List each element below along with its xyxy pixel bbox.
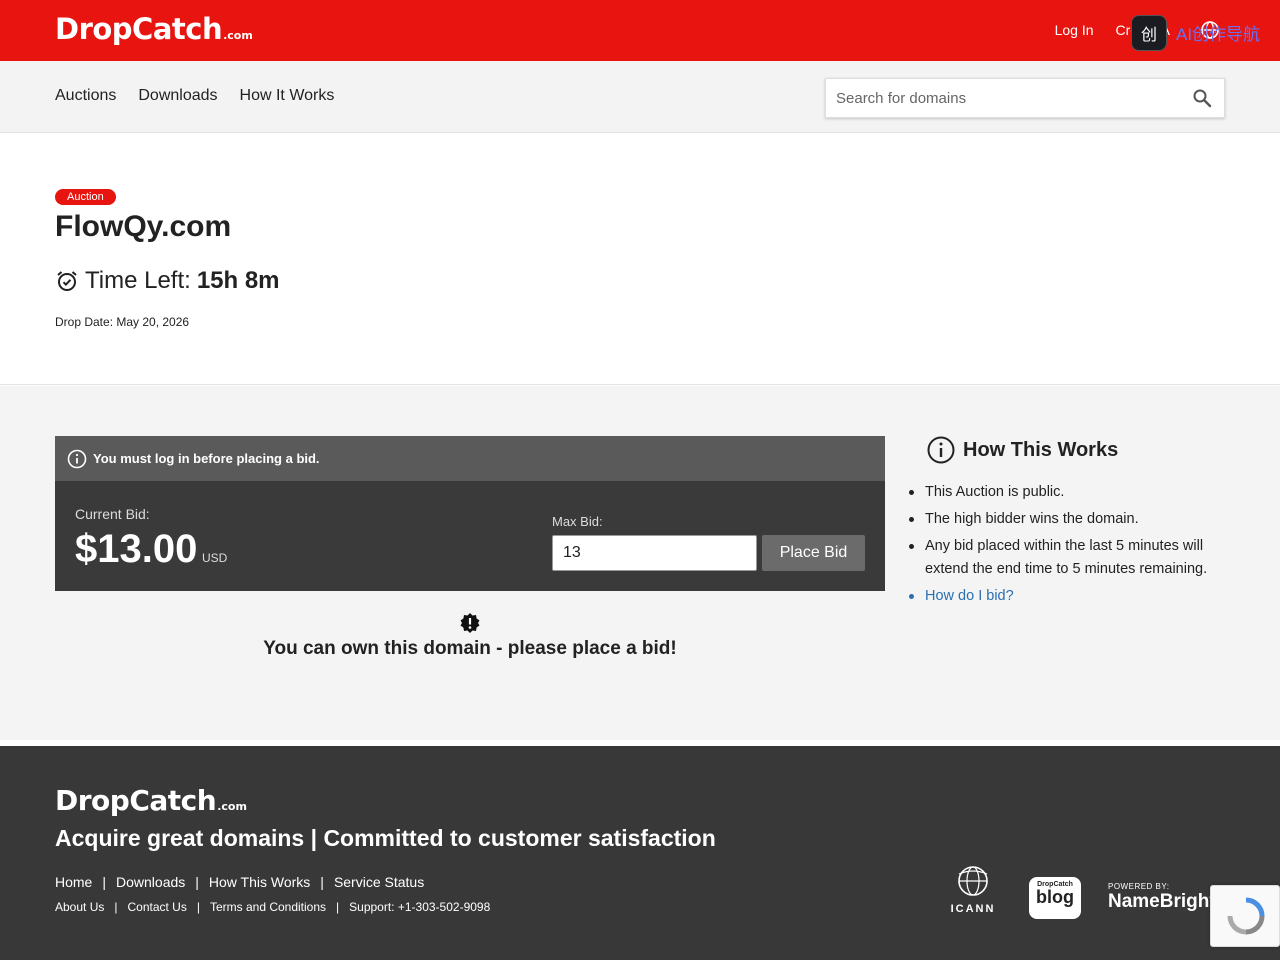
auction-badge: Auction bbox=[55, 189, 116, 205]
footer-subnav: About Us | Contact Us | Terms and Conditio… bbox=[55, 900, 491, 914]
search-input[interactable] bbox=[826, 79, 1186, 117]
main-nav: Auctions Downloads How It Works bbox=[0, 61, 1280, 133]
nav-downloads[interactable]: Downloads bbox=[138, 87, 217, 105]
footer: DropCatch.com Acquire great domains | Co… bbox=[0, 746, 1280, 960]
info-icon bbox=[67, 449, 87, 468]
recaptcha-icon bbox=[1227, 897, 1265, 935]
current-bid-value: $13.00 bbox=[75, 527, 198, 571]
footer-link-how-this-works[interactable]: How This Works bbox=[209, 874, 310, 890]
list-item: This Auction is public. bbox=[909, 481, 1235, 504]
max-bid-input[interactable] bbox=[552, 535, 757, 571]
bid-card: You must log in before placing a bid. Cu… bbox=[55, 436, 885, 591]
how-this-works-panel: How This Works This Auction is public. T… bbox=[909, 436, 1235, 612]
icann-logo[interactable]: ICANN bbox=[946, 864, 1000, 915]
domain-title: FlowQy.com bbox=[55, 210, 232, 243]
time-left: Time Left: 15h 8m bbox=[55, 267, 280, 295]
namebright-logo[interactable]: NameBright bbox=[1108, 891, 1216, 913]
icann-globe-icon bbox=[958, 866, 988, 896]
list-item: The high bidder wins the domain. bbox=[909, 508, 1235, 531]
footer-link-home[interactable]: Home bbox=[55, 874, 92, 890]
top-bar: DropCatch.com Log In Create A 创 AI创作导航 bbox=[0, 0, 1280, 61]
search-icon[interactable] bbox=[1192, 88, 1212, 108]
time-left-value: 15h 8m bbox=[196, 267, 280, 294]
footer-link-contact[interactable]: Contact Us bbox=[127, 900, 186, 914]
footer-tagline: Acquire great domains | Committed to cus… bbox=[55, 825, 716, 851]
bid-panel: Current Bid: $13.00 USD Max Bid: Place B… bbox=[55, 481, 885, 591]
domain-header: Auction FlowQy.com Time Left: 15h 8m Dro… bbox=[0, 133, 1280, 385]
place-bid-button[interactable]: Place Bid bbox=[762, 535, 865, 571]
how-this-works-list: This Auction is public. The high bidder … bbox=[909, 481, 1235, 608]
current-bid-label: Current Bid: bbox=[75, 506, 150, 522]
info-icon bbox=[927, 436, 955, 464]
recaptcha-badge[interactable] bbox=[1210, 885, 1280, 947]
max-bid-label: Max Bid: bbox=[552, 514, 603, 529]
powered-by-label: POWERED BY: bbox=[1108, 882, 1170, 891]
list-item: Any bid placed within the last 5 minutes… bbox=[909, 535, 1235, 581]
how-this-works-title: How This Works bbox=[927, 436, 1235, 464]
footer-link-terms[interactable]: Terms and Conditions bbox=[210, 900, 326, 914]
nav-auctions[interactable]: Auctions bbox=[55, 87, 116, 105]
own-domain-message: You can own this domain - please place a… bbox=[55, 612, 885, 660]
footer-nav: Home | Downloads | How This Works | Service… bbox=[55, 874, 425, 890]
dropcatch-blog-badge[interactable]: DropCatch blog bbox=[1029, 877, 1081, 919]
extension-label[interactable]: AI创作导航 bbox=[1176, 20, 1260, 45]
how-do-i-bid-link[interactable]: How do I bid? bbox=[909, 585, 1235, 608]
drop-date: Drop Date: May 20, 2026 bbox=[55, 315, 190, 329]
footer-support-phone[interactable]: Support: +1-303-502-9098 bbox=[349, 900, 490, 914]
dropcatch-logo[interactable]: DropCatch.com bbox=[55, 12, 253, 46]
alert-badge-icon bbox=[460, 613, 480, 633]
footer-link-downloads[interactable]: Downloads bbox=[116, 874, 185, 890]
time-left-label: Time Left: bbox=[85, 267, 191, 294]
login-link[interactable]: Log In bbox=[1055, 22, 1094, 38]
footer-link-service-status[interactable]: Service Status bbox=[334, 874, 424, 890]
bid-section: You must log in before placing a bid. Cu… bbox=[0, 386, 1280, 740]
extension-icon[interactable]: 创 bbox=[1131, 15, 1167, 51]
search-box bbox=[825, 78, 1225, 118]
login-notice: You must log in before placing a bid. bbox=[55, 436, 885, 481]
nav-how-it-works[interactable]: How It Works bbox=[240, 87, 335, 105]
currency-label: USD bbox=[202, 551, 228, 565]
footer-logo[interactable]: DropCatch.com bbox=[55, 784, 247, 817]
alarm-clock-icon bbox=[57, 271, 77, 291]
footer-link-about[interactable]: About Us bbox=[55, 900, 104, 914]
